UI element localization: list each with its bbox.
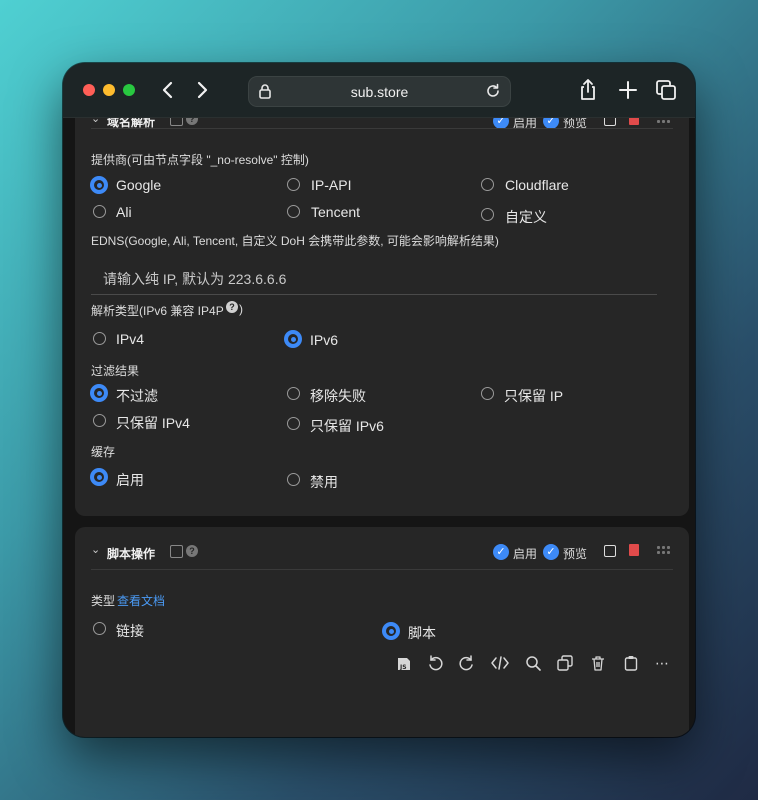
- chevron-down-icon[interactable]: ⌄: [91, 117, 100, 125]
- search-icon[interactable]: [525, 655, 541, 676]
- provider-label: 提供商(可由节点字段 "_no-resolve" 控制): [91, 153, 309, 167]
- clipboard-icon[interactable]: [623, 655, 639, 676]
- provider-cloudflare[interactable]: Cloudflare: [505, 177, 569, 193]
- forward-icon[interactable]: [190, 77, 214, 103]
- js-format-icon[interactable]: JS: [396, 656, 412, 672]
- delete-icon[interactable]: [629, 544, 639, 556]
- filter-remove-failed[interactable]: 移除失败: [310, 386, 366, 406]
- radio-google[interactable]: [90, 176, 108, 194]
- svg-text:JS: JS: [399, 664, 407, 671]
- url-text: sub.store: [350, 84, 409, 100]
- filter-ipv4-only[interactable]: 只保留 IPv4: [116, 413, 190, 433]
- filter-ipv6-only[interactable]: 只保留 IPv6: [310, 416, 384, 436]
- chevron-down-icon[interactable]: ⌄: [91, 543, 100, 556]
- copy-icon[interactable]: [604, 117, 616, 126]
- radio-ali[interactable]: [93, 205, 106, 218]
- radio-ip-api[interactable]: [287, 178, 300, 191]
- radio-link[interactable]: [93, 622, 106, 635]
- radio-tencent[interactable]: [287, 205, 300, 218]
- provider-ip-api[interactable]: IP-API: [311, 177, 351, 193]
- radio-remove-failed[interactable]: [287, 387, 300, 400]
- resolve-type-label: 解析类型(IPv6 兼容 IP4P: [91, 304, 224, 318]
- cache-disable[interactable]: 禁用: [310, 472, 338, 492]
- undo-icon[interactable]: [427, 655, 443, 676]
- new-tab-icon[interactable]: [616, 78, 640, 102]
- cache-enable[interactable]: 启用: [116, 470, 144, 490]
- script-preview-check-icon[interactable]: ✓: [543, 544, 559, 560]
- copy-icon[interactable]: [604, 545, 616, 557]
- edit-icon[interactable]: [170, 117, 183, 126]
- edns-input-underline: [91, 294, 657, 295]
- radio-ip-only[interactable]: [481, 387, 494, 400]
- drag-handle-icon[interactable]: [657, 117, 671, 125]
- code-icon[interactable]: [491, 655, 509, 676]
- radio-ipv4[interactable]: [93, 332, 106, 345]
- radio-ipv6-only[interactable]: [287, 417, 300, 430]
- divider: [91, 569, 673, 570]
- script-type-link[interactable]: 链接: [116, 621, 144, 641]
- radio-cache-disable[interactable]: [287, 473, 300, 486]
- help-icon[interactable]: ?: [226, 301, 238, 313]
- provider-google[interactable]: Google: [116, 177, 161, 193]
- provider-custom[interactable]: 自定义: [505, 207, 547, 227]
- filter-label: 过滤结果: [91, 364, 140, 378]
- more-icon[interactable]: ⋯: [655, 655, 670, 672]
- view-docs-link[interactable]: 查看文档: [117, 592, 165, 609]
- edit-icon[interactable]: [170, 545, 183, 558]
- script-enable-label: 启用: [513, 547, 538, 561]
- filter-none[interactable]: 不过滤: [116, 386, 158, 406]
- trash-icon[interactable]: [590, 655, 606, 676]
- address-bar[interactable]: sub.store: [248, 76, 511, 107]
- script-operation-card: ⌄ 脚本操作 ? ✓ 启用 ✓ 预览 类型 查看文档 链接 脚本 JS ⋯: [75, 527, 689, 737]
- page-content: ⌄ 域名解析 ? ✓ 启用 ✓ 预览 提供商(可由节点字段 "_no-resol…: [63, 117, 695, 737]
- script-type-script[interactable]: 脚本: [408, 623, 436, 643]
- radio-ipv4-only[interactable]: [93, 414, 106, 427]
- script-section-title: 脚本操作: [107, 547, 156, 561]
- radio-ipv6[interactable]: [284, 330, 302, 348]
- browser-window: sub.store ⌄ 域名解析 ? ✓ 启用 ✓ 预览 提供商(可由节点字段 …: [63, 63, 695, 737]
- radio-no-filter[interactable]: [90, 384, 108, 402]
- edns-input[interactable]: 请输入纯 IP, 默认为 223.6.6.6: [103, 269, 286, 289]
- dns-resolve-card: ⌄ 域名解析 ? ✓ 启用 ✓ 预览 提供商(可由节点字段 "_no-resol…: [75, 117, 689, 516]
- provider-tencent[interactable]: Tencent: [311, 204, 360, 220]
- script-enable-check-icon[interactable]: ✓: [493, 544, 509, 560]
- help-icon[interactable]: ?: [186, 117, 198, 125]
- reload-icon[interactable]: [485, 83, 501, 102]
- filter-ip-only[interactable]: 只保留 IP: [504, 386, 563, 406]
- copy-icon[interactable]: [557, 655, 573, 676]
- radio-cache-enable[interactable]: [90, 468, 108, 486]
- edns-label: EDNS(Google, Ali, Tencent, 自定义 DoH 会携带此参…: [91, 234, 499, 248]
- cache-label: 缓存: [91, 445, 116, 459]
- tabs-overview-icon[interactable]: [654, 78, 678, 102]
- provider-ali[interactable]: Ali: [116, 204, 132, 220]
- help-icon[interactable]: ?: [186, 545, 198, 557]
- back-icon[interactable]: [156, 77, 180, 103]
- script-type-label: 类型: [91, 594, 116, 608]
- type-ipv4[interactable]: IPv4: [116, 331, 144, 347]
- drag-handle-icon[interactable]: [657, 546, 671, 556]
- script-preview-label: 预览: [563, 547, 588, 561]
- zoom-window-button[interactable]: [123, 84, 135, 96]
- close-window-button[interactable]: [83, 84, 95, 96]
- browser-toolbar: sub.store: [63, 63, 695, 118]
- redo-icon[interactable]: [459, 655, 475, 676]
- type-ipv6[interactable]: IPv6: [310, 332, 338, 348]
- radio-custom[interactable]: [481, 208, 494, 221]
- minimize-window-button[interactable]: [103, 84, 115, 96]
- delete-icon[interactable]: [629, 117, 639, 125]
- divider: [91, 128, 673, 129]
- radio-cloudflare[interactable]: [481, 178, 494, 191]
- share-icon[interactable]: [576, 78, 600, 102]
- radio-script[interactable]: [382, 622, 400, 640]
